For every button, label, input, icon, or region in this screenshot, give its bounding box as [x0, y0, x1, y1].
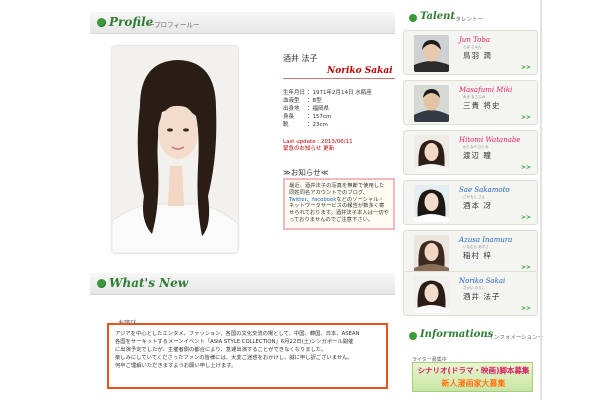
profile-detail-row: 出身地 ：福岡県 [283, 106, 330, 112]
last-update: Last update : 2013/06/11 緊急のお知らせ 更新 [283, 139, 353, 153]
talent-more-link[interactable]: >> [521, 305, 531, 312]
detail-value: 157cm [312, 114, 332, 120]
talent-more-link[interactable]: >> [521, 164, 531, 171]
profile-detail-row: 靴：23cm [283, 122, 328, 128]
whatsnew-header: What's New [90, 273, 395, 295]
main-column: Profile ープロフィールー 酒井 法子 Noriko Sakai 生年月日… [90, 0, 395, 400]
talent-more-link[interactable]: >> [521, 114, 531, 121]
profile-name-jp: 酒井 法子 [283, 54, 318, 63]
detail-value: 1971年2月14日 水瓶座 [312, 90, 372, 96]
news-line: 各国をサーキットするメーンイベント「ASIA STYLE COLLECTION」… [115, 339, 354, 345]
talent-photo [414, 135, 449, 172]
talent-name-en: Azusa Inamura [459, 236, 513, 244]
bullet-icon [97, 18, 106, 27]
talent-photo [414, 235, 449, 272]
talent-name-en: Masafumi Miki [459, 86, 513, 94]
talent-name-jp: 酒井 法子 [463, 292, 501, 301]
profile-photo [112, 46, 238, 253]
sidebar: Talent ータレントー Jun Toba とば じゅん 鳥羽 潤 >> Ma… [403, 0, 543, 400]
detail-label: 生年月日 [283, 90, 306, 96]
news-line: 何卒ご理解いただきますようお願い申し上げます。 [115, 363, 237, 369]
page: Profile ープロフィールー 酒井 法子 Noriko Sakai 生年月日… [0, 0, 610, 400]
page-right-border [540, 0, 542, 400]
talent-more-link[interactable]: >> [521, 264, 531, 271]
profile-detail-row: 身長 ：157cm [283, 114, 332, 120]
bullet-icon [409, 14, 417, 22]
profile-detail-row: 生年月日 ：1971年2月14日 水瓶座 [283, 90, 372, 96]
talent-name-jp: 三貴 将史 [463, 101, 501, 110]
talent-more-link[interactable]: >> [521, 214, 531, 221]
talent-photo [414, 185, 449, 222]
banner-line-2: 新人漫画家大募集 [441, 379, 506, 388]
talent-more-link[interactable]: >> [521, 64, 531, 71]
talent-name-en: Noriko Sakai [459, 277, 506, 285]
detail-value: B型 [312, 98, 322, 104]
profile-title: Profile [109, 15, 154, 29]
detail-label: 身長 [283, 114, 295, 120]
name-divider [283, 78, 395, 79]
talent-header: Talent ータレントー [403, 10, 538, 26]
talent-photo [414, 35, 449, 72]
update-note-link[interactable]: 緊急のお知らせ 更新 [283, 146, 353, 153]
info-header: Informations ーインフォメーションー [403, 328, 543, 344]
portrait-image [112, 46, 238, 253]
news-line: 楽しみにしていてくださったファンの皆様には、大変ご迷惑をおかけし、誠に申し訳ござ… [115, 355, 353, 361]
profile-subtitle: ープロフィールー [148, 21, 200, 29]
notice-box: 最近、酒井法子の写真を無断で使用した同姓同名アカウントでのブログ、Twitter… [283, 178, 395, 230]
whatsnew-title: What's New [109, 276, 189, 290]
info-subtitle: ーインフォメーションー [483, 335, 544, 341]
talent-name-jp: 鳥羽 潤 [463, 51, 492, 60]
talent-card-sae-sakamoto[interactable]: Sae Sakamoto さかもと さえ 酒本 冴 >> [403, 180, 538, 225]
news-line: に出演予定でしたが、主催者側の都合により、急遽出演することができなくなりました。 [115, 347, 327, 353]
talent-name-en: Sae Sakamoto [459, 186, 510, 194]
facebook-link[interactable]: facebook [312, 197, 336, 203]
detail-label: 血液型 [283, 98, 300, 104]
talent-name-jp: 稲村 梓 [463, 251, 492, 260]
profile-header: Profile ープロフィールー [90, 12, 395, 34]
talent-photo [414, 276, 449, 313]
talent-card-hitomi-watanabe[interactable]: Hitomi Watanabe わたなべ ひとみ 渡辺 瞳 >> [403, 130, 538, 175]
talent-name-jp: 渡辺 瞳 [463, 151, 492, 160]
twitter-link[interactable]: Twitter [289, 197, 307, 203]
detail-label: 出身地 [283, 106, 300, 112]
talent-name-jp: 酒本 冴 [463, 201, 492, 210]
notice-title: ≫お知らせ≪ [283, 168, 329, 177]
profile-detail-row: 血液型 ：B型 [283, 98, 322, 104]
last-update-date: Last update : 2013/06/11 [283, 139, 353, 145]
talent-name-en: Hitomi Watanabe [459, 136, 521, 144]
bullet-icon [409, 332, 417, 340]
talent-card-azusa-inamura[interactable]: Azusa Inamura いなむら あずさ 稲村 梓 >> [403, 230, 538, 275]
bullet-icon [97, 279, 106, 288]
detail-value: 福岡県 [312, 106, 330, 112]
profile-name-en: Noriko Sakai [327, 66, 393, 76]
talent-card-jun-toba[interactable]: Jun Toba とば じゅん 鳥羽 潤 >> [403, 30, 538, 75]
talent-subtitle: ータレントー [450, 17, 484, 23]
detail-value: 23cm [312, 122, 328, 128]
notice-text: 最近、酒井法子の写真を無断で使用した同姓同名アカウントでのブログ、 [289, 183, 385, 196]
news-box: アジアを中心としたエンタメ、ファッション、各国の文化交流の場として、中国、韓国、… [107, 323, 388, 389]
talent-card-noriko-sakai[interactable]: Noriko Sakai さかい のりこ 酒井 法子 >> [403, 271, 538, 316]
banner-line-1: シナリオ(ドラマ・映画)脚本募集 [417, 366, 530, 375]
talent-card-masafumi-miki[interactable]: Masafumi Miki みき まさふみ 三貴 将史 >> [403, 80, 538, 125]
talent-photo [414, 85, 449, 122]
recruit-banner[interactable]: シナリオ(ドラマ・映画)脚本募集 新人漫画家大募集 [412, 362, 533, 392]
news-line: アジアを中心としたエンタメ、ファッション、各国の文化交流の場として、中国、韓国、… [115, 331, 360, 337]
detail-label: 靴 [283, 122, 289, 128]
talent-name-en: Jun Toba [459, 36, 491, 44]
